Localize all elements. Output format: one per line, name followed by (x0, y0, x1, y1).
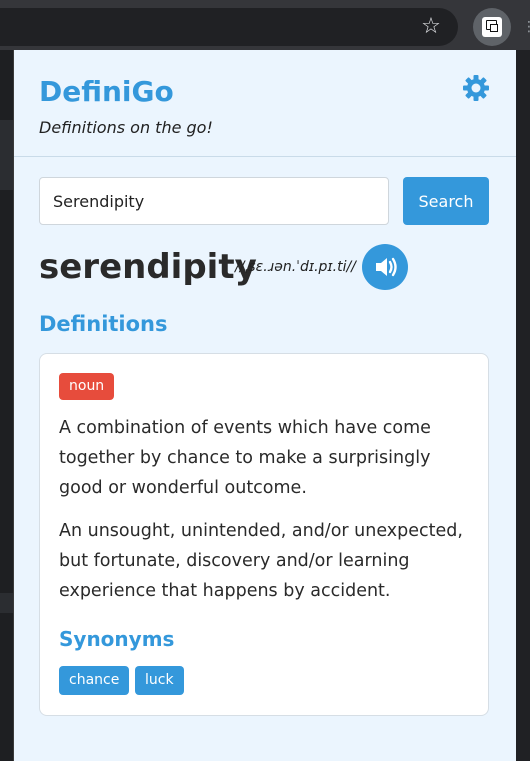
definition-text: A combination of events which have come … (59, 418, 431, 498)
popup-header: DefiniGo Definitions on the go! (14, 50, 516, 157)
extension-button[interactable] (473, 8, 511, 46)
browser-menu-icon[interactable]: ⋮ (522, 18, 530, 36)
search-input[interactable] (39, 177, 389, 225)
definition-text: An unsought, unintended, and/or unexpect… (59, 521, 463, 601)
definigo-extension-icon (482, 17, 502, 37)
part-of-speech-badge: noun (59, 373, 115, 400)
speaker-icon (376, 257, 397, 277)
phonetic-text: //ˌsɛ.ɹən.ˈdɪ.pɪ.ti// (235, 259, 356, 275)
definigo-popup: DefiniGo Definitions on the go! Search s… (13, 50, 516, 761)
gear-icon[interactable] (462, 74, 490, 102)
brand-tagline: Definitions on the go! (39, 118, 213, 137)
synonym-tag[interactable]: luck (135, 666, 184, 695)
definition-card: noun A combination of events which have … (39, 353, 489, 716)
background-page (0, 50, 14, 761)
definitions-heading: Definitions (39, 312, 168, 336)
address-bar[interactable] (0, 8, 458, 46)
synonym-tag[interactable]: chance (59, 666, 130, 695)
synonyms-heading: Synonyms (59, 627, 175, 651)
search-button[interactable]: Search (403, 177, 489, 225)
brand-title: DefiniGo (39, 75, 174, 108)
pronunciation-button[interactable] (362, 244, 408, 290)
bookmark-star-icon[interactable]: ☆ (419, 15, 443, 39)
browser-toolbar: ☆ ⋮ (0, 0, 530, 50)
headword: serendipity (39, 247, 257, 287)
